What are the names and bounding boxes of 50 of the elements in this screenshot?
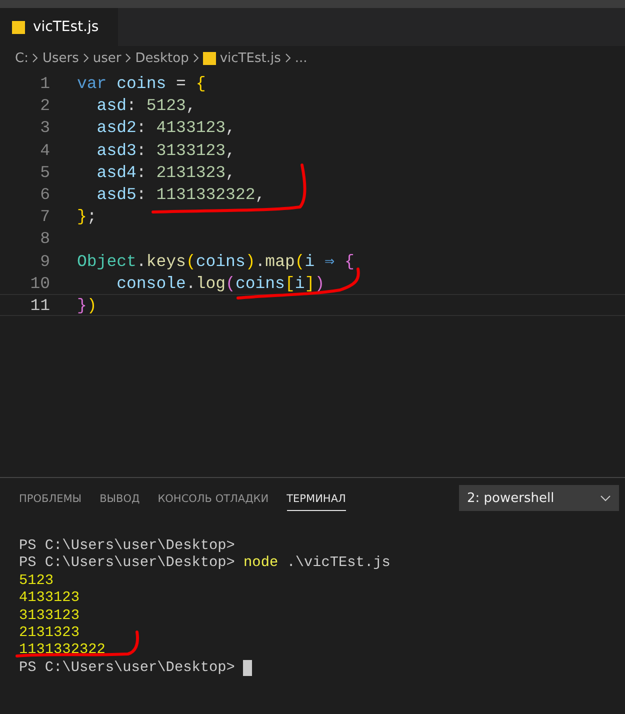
line-number: 2 [39,95,50,116]
file-tab[interactable]: vicTEst.js [0,8,118,46]
javascript-file-icon [202,52,216,64]
code-line: asd3: 3133123, [96,140,236,160]
code-line: Object.keys(coins).map(i ⇒ { [76,250,354,271]
terminal-output: 4133123 [19,590,80,608]
breadcrumb-item[interactable]: user [92,50,122,66]
terminal-line: PS C:\Users\user\Desktop> [19,538,236,556]
terminal-output: 2131323 [19,624,80,642]
chevron-right-icon [125,53,132,63]
line-number: 6 [39,184,50,204]
code-line: }) [76,294,97,316]
terminal-line: PS C:\Users\user\Desktop> node .\vicTEst.js [19,555,392,573]
line-number: 5 [39,162,50,182]
line-number: 1 [39,73,50,94]
terminal-prompt: PS C:\Users\user\Desktop> [19,660,235,678]
line-number: 3 [39,117,50,138]
code-line: var coins = { [76,73,206,94]
breadcrumb-item[interactable]: ... [294,50,308,66]
panel-tab[interactable]: ТЕРМИНАЛ [286,485,346,511]
terminal-output: 1131332322 [19,642,106,660]
terminal-select[interactable]: 2: powershell [459,485,619,511]
line-number: 10 [29,272,50,293]
breadcrumb-item[interactable]: Desktop [135,50,189,66]
line-number: 4 [39,140,50,160]
chevron-down-icon [600,494,611,502]
panel-tab[interactable]: ПРОБЛЕМЫ [19,485,82,511]
chevron-right-icon [82,53,89,63]
chevron-right-icon [284,53,291,63]
terminal-cursor [242,660,252,676]
code-line: asd5: 1131332322, [96,184,266,204]
code-line: asd: 5123, [96,95,196,116]
chevron-right-icon [32,53,38,63]
code-line: asd2: 4133123, [96,117,236,138]
terminal-output: 3133123 [19,608,80,625]
code-line: }; [76,206,97,226]
code-line: console.log(coins[i]) [116,272,325,293]
panel-tab[interactable]: КОНСОЛЬ ОТЛАДКИ [158,485,269,511]
javascript-file-icon [12,20,25,34]
chevron-right-icon [192,53,199,63]
code-line: asd4: 2131323, [96,162,236,182]
breadcrumb-item[interactable]: vicTEst.js [220,50,281,66]
line-number: 11 [29,294,50,316]
breadcrumb-item[interactable]: Users [42,50,79,66]
breadcrumb-item[interactable]: C: [15,50,28,66]
line-number: 8 [39,228,50,248]
line-number: 7 [39,206,50,226]
terminal-output: 5123 [19,572,54,590]
panel-tab[interactable]: ВЫВОД [100,485,140,511]
line-number: 9 [39,250,50,271]
